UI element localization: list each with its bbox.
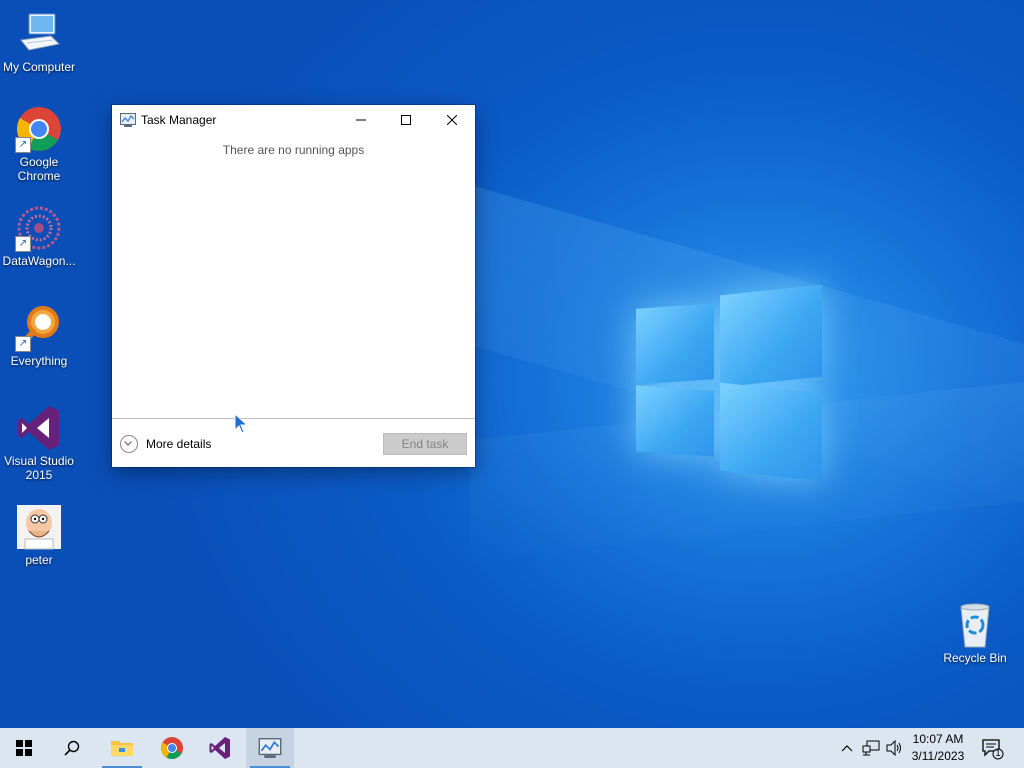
maximize-icon <box>401 115 411 125</box>
search-button[interactable] <box>48 728 96 768</box>
search-icon <box>64 740 80 756</box>
desktop-icon-google-chrome[interactable]: ↗ Google Chrome <box>0 105 79 183</box>
empty-apps-message: There are no running apps <box>222 143 365 157</box>
visual-studio-icon <box>209 737 230 759</box>
shortcut-arrow-icon: ↗ <box>15 236 31 252</box>
recycle-bin-icon <box>951 601 999 649</box>
taskbar-task-manager[interactable] <box>246 728 294 768</box>
desktop-icon-label: Visual Studio 2015 <box>4 454 74 482</box>
shortcut-arrow-icon: ↗ <box>15 336 31 352</box>
chrome-icon: ↗ <box>15 105 63 153</box>
desktop-icon-label: Google Chrome <box>17 155 61 183</box>
close-button[interactable] <box>429 105 475 135</box>
desktop-icon-label: DataWagon... <box>2 254 76 268</box>
chevron-down-icon <box>120 435 138 453</box>
desktop-icon-my-computer[interactable]: My Computer <box>0 10 79 74</box>
close-icon <box>446 114 458 126</box>
task-manager-icon <box>120 113 136 127</box>
minimize-button[interactable] <box>338 105 384 135</box>
window-title: Task Manager <box>141 113 217 127</box>
clock-time: 10:07 AM <box>912 732 964 746</box>
desktop-icon-label: Everything <box>10 354 68 368</box>
desktop-icon-label: peter <box>25 553 53 567</box>
more-details-toggle[interactable]: More details <box>120 434 211 454</box>
start-button[interactable] <box>0 728 48 768</box>
chevron-up-icon <box>841 745 853 752</box>
user-avatar-icon <box>15 503 63 551</box>
desktop-icon-everything[interactable]: ↗ Everything <box>0 304 79 368</box>
taskbar: 10:07 AM 3/11/2023 1 <box>0 728 1024 768</box>
network-button[interactable] <box>860 728 882 768</box>
shortcut-arrow-icon: ↗ <box>15 137 31 153</box>
start-icon <box>16 740 32 756</box>
taskbar-clock[interactable]: 10:07 AM 3/11/2023 <box>905 731 971 765</box>
clock-date: 3/11/2023 <box>911 749 965 763</box>
show-hidden-icons-button[interactable] <box>838 728 856 768</box>
desktop-icon-label: My Computer <box>2 60 76 74</box>
file-explorer-icon <box>111 741 133 756</box>
desktop-icon-label: Recycle Bin <box>943 651 1007 665</box>
taskbar-chrome[interactable] <box>148 728 196 768</box>
speaker-icon <box>886 740 901 756</box>
notification-count: 1 <box>995 748 1001 758</box>
taskbar-file-explorer[interactable] <box>98 728 146 768</box>
chrome-icon <box>161 737 183 759</box>
volume-button[interactable] <box>884 728 906 768</box>
desktop-icon-datawagon[interactable]: ↗ DataWagon... <box>0 204 79 268</box>
visual-studio-icon <box>15 404 63 452</box>
mouse-cursor-icon <box>234 413 248 434</box>
maximize-button[interactable] <box>383 105 429 135</box>
desktop-icon-visual-studio[interactable]: Visual Studio 2015 <box>0 404 79 482</box>
more-details-label: More details <box>146 437 212 451</box>
window-titlebar[interactable]: Task Manager <box>112 105 475 135</box>
wallpaper-windows-logo <box>636 284 822 482</box>
action-center-button[interactable]: 1 <box>980 736 1004 760</box>
minimize-icon <box>356 119 366 121</box>
end-task-button[interactable]: End task <box>383 433 467 455</box>
task-manager-icon <box>258 738 282 758</box>
everything-search-icon: ↗ <box>15 304 63 352</box>
taskbar-visual-studio[interactable] <box>196 728 244 768</box>
desktop-icon-peter[interactable]: peter <box>0 503 79 567</box>
divider <box>112 418 475 419</box>
network-icon <box>862 740 880 756</box>
computer-icon <box>15 10 63 58</box>
desktop-icon-recycle-bin[interactable]: Recycle Bin <box>935 601 1015 665</box>
task-manager-window[interactable]: Task Manager There are no running apps M… <box>112 105 475 467</box>
datawagon-icon: ↗ <box>15 204 63 252</box>
